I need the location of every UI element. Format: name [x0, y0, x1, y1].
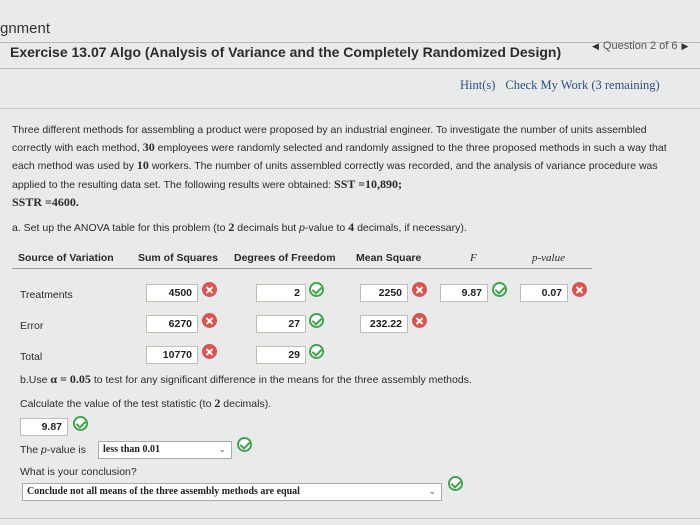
correct-check-icon	[309, 344, 324, 359]
triangle-right-icon[interactable]: ▶	[682, 41, 689, 52]
p-value-select[interactable]: less than 0.01 ⌄	[98, 441, 232, 459]
problem-statement: Three different methods for assembling a…	[12, 124, 667, 209]
incorrect-icon	[412, 282, 427, 297]
treatments-df-input[interactable]: 2	[256, 284, 306, 302]
conclusion-prompt: What is your conclusion?	[20, 466, 137, 478]
row-label-total: Total	[20, 351, 43, 363]
chevron-down-icon: ⌄	[218, 445, 226, 455]
correct-check-icon	[492, 282, 507, 297]
exercise-title: Exercise 13.07 Algo (Analysis of Varianc…	[10, 44, 562, 60]
header-p-value: p-value	[532, 252, 565, 264]
table-header-divider	[12, 268, 592, 269]
divider	[0, 68, 700, 69]
header-f: F	[470, 252, 477, 264]
check-my-work-link[interactable]: Check My Work (3 remaining)	[505, 78, 659, 93]
test-statistic-input[interactable]: 9.87	[20, 418, 68, 436]
treatments-ss-input[interactable]: 4500	[146, 284, 198, 302]
header-sum-of-squares: Sum of Squares	[138, 252, 218, 264]
question-navigation: ◀ Question 2 of 6 ▶	[592, 40, 688, 52]
incorrect-icon	[202, 282, 217, 297]
assignment-title-partial: gnment	[0, 20, 51, 37]
divider	[0, 518, 700, 519]
row-label-treatments: Treatments	[20, 289, 73, 301]
question-counter: Question 2 of 6	[602, 40, 678, 52]
correct-check-icon	[309, 313, 324, 328]
help-links: Hint(s) Check My Work (3 remaining)	[460, 78, 660, 93]
error-ss-input[interactable]: 6270	[146, 315, 198, 333]
treatments-f-input[interactable]: 9.87	[440, 284, 488, 302]
p-value-prompt: The p-value is	[20, 444, 86, 456]
total-ss-input[interactable]: 10770	[146, 346, 198, 364]
incorrect-icon	[202, 344, 217, 359]
hints-link[interactable]: Hint(s)	[460, 78, 495, 93]
incorrect-icon	[412, 313, 427, 328]
total-df-input[interactable]: 29	[256, 346, 306, 364]
chevron-down-icon: ⌄	[428, 487, 436, 497]
part-a-instructions: a. Set up the ANOVA table for this probl…	[12, 220, 467, 234]
test-statistic-prompt: Calculate the value of the test statisti…	[20, 396, 272, 410]
conclusion-select[interactable]: Conclude not all means of the three asse…	[22, 483, 442, 501]
incorrect-icon	[202, 313, 217, 328]
row-label-error: Error	[20, 320, 44, 332]
divider	[0, 108, 700, 109]
triangle-left-icon[interactable]: ◀	[592, 41, 599, 52]
p-value-selected: less than 0.01	[103, 444, 160, 455]
treatments-p-value-input[interactable]: 0.07	[520, 284, 568, 302]
error-df-input[interactable]: 27	[256, 315, 306, 333]
correct-check-icon	[73, 416, 88, 431]
header-degrees-of-freedom: Degrees of Freedom	[234, 252, 336, 264]
part-b-instructions: b.Use α = 0.05 to test for any significa…	[20, 372, 472, 386]
treatments-ms-input[interactable]: 2250	[360, 284, 408, 302]
incorrect-icon	[572, 282, 587, 297]
correct-check-icon	[448, 476, 463, 491]
header-mean-square: Mean Square	[356, 252, 422, 264]
error-ms-input[interactable]: 232.22	[360, 315, 408, 333]
header-source: Source of Variation	[18, 252, 114, 264]
correct-check-icon	[309, 282, 324, 297]
correct-check-icon	[237, 437, 252, 452]
conclusion-selected: Conclude not all means of the three asse…	[27, 486, 300, 497]
